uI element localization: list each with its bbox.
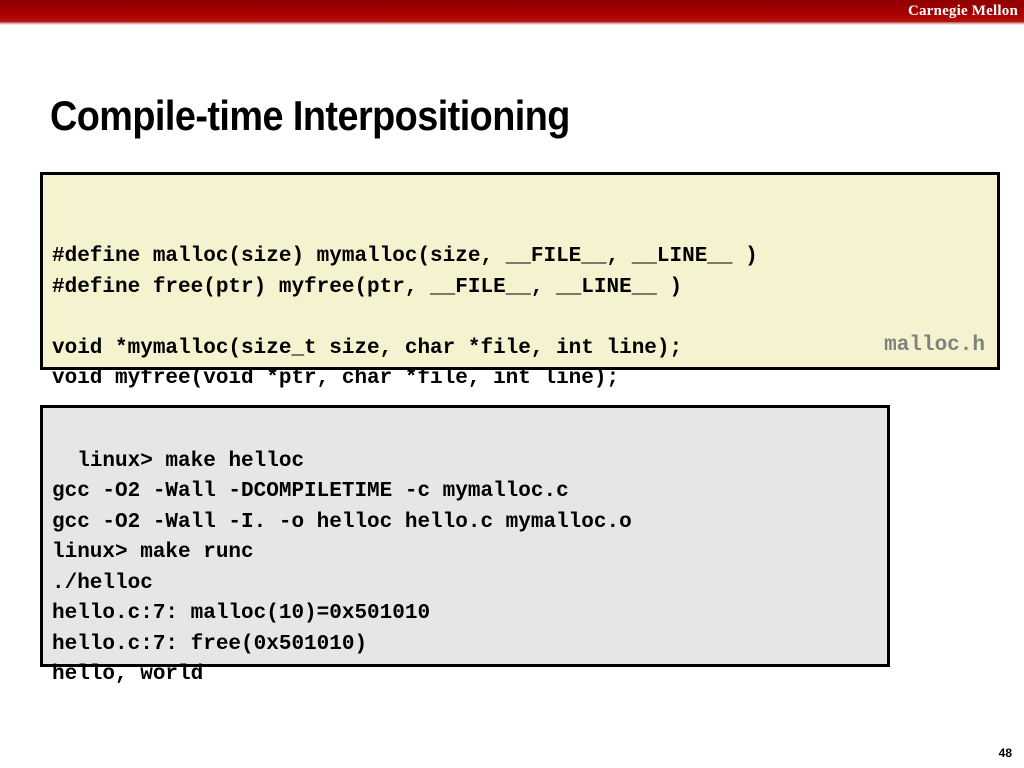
header-code-text: #define malloc(size) mymalloc(size, __FI… xyxy=(52,245,758,390)
page-title: Compile-time Interpositioning xyxy=(50,92,570,140)
slide-page-number: 48 xyxy=(998,746,1012,760)
header-banner xyxy=(0,0,1024,22)
header-code-block: #define malloc(size) mymalloc(size, __FI… xyxy=(40,172,1000,390)
source-file-label: malloc.h xyxy=(884,334,985,357)
brand-label: Carnegie Mellon xyxy=(907,3,1018,19)
terminal-output-block: linux> make helloc gcc -O2 -Wall -DCOMPI… xyxy=(40,405,890,686)
terminal-output-text: linux> make helloc gcc -O2 -Wall -DCOMPI… xyxy=(52,449,632,687)
header-banner-underline xyxy=(0,22,1024,25)
